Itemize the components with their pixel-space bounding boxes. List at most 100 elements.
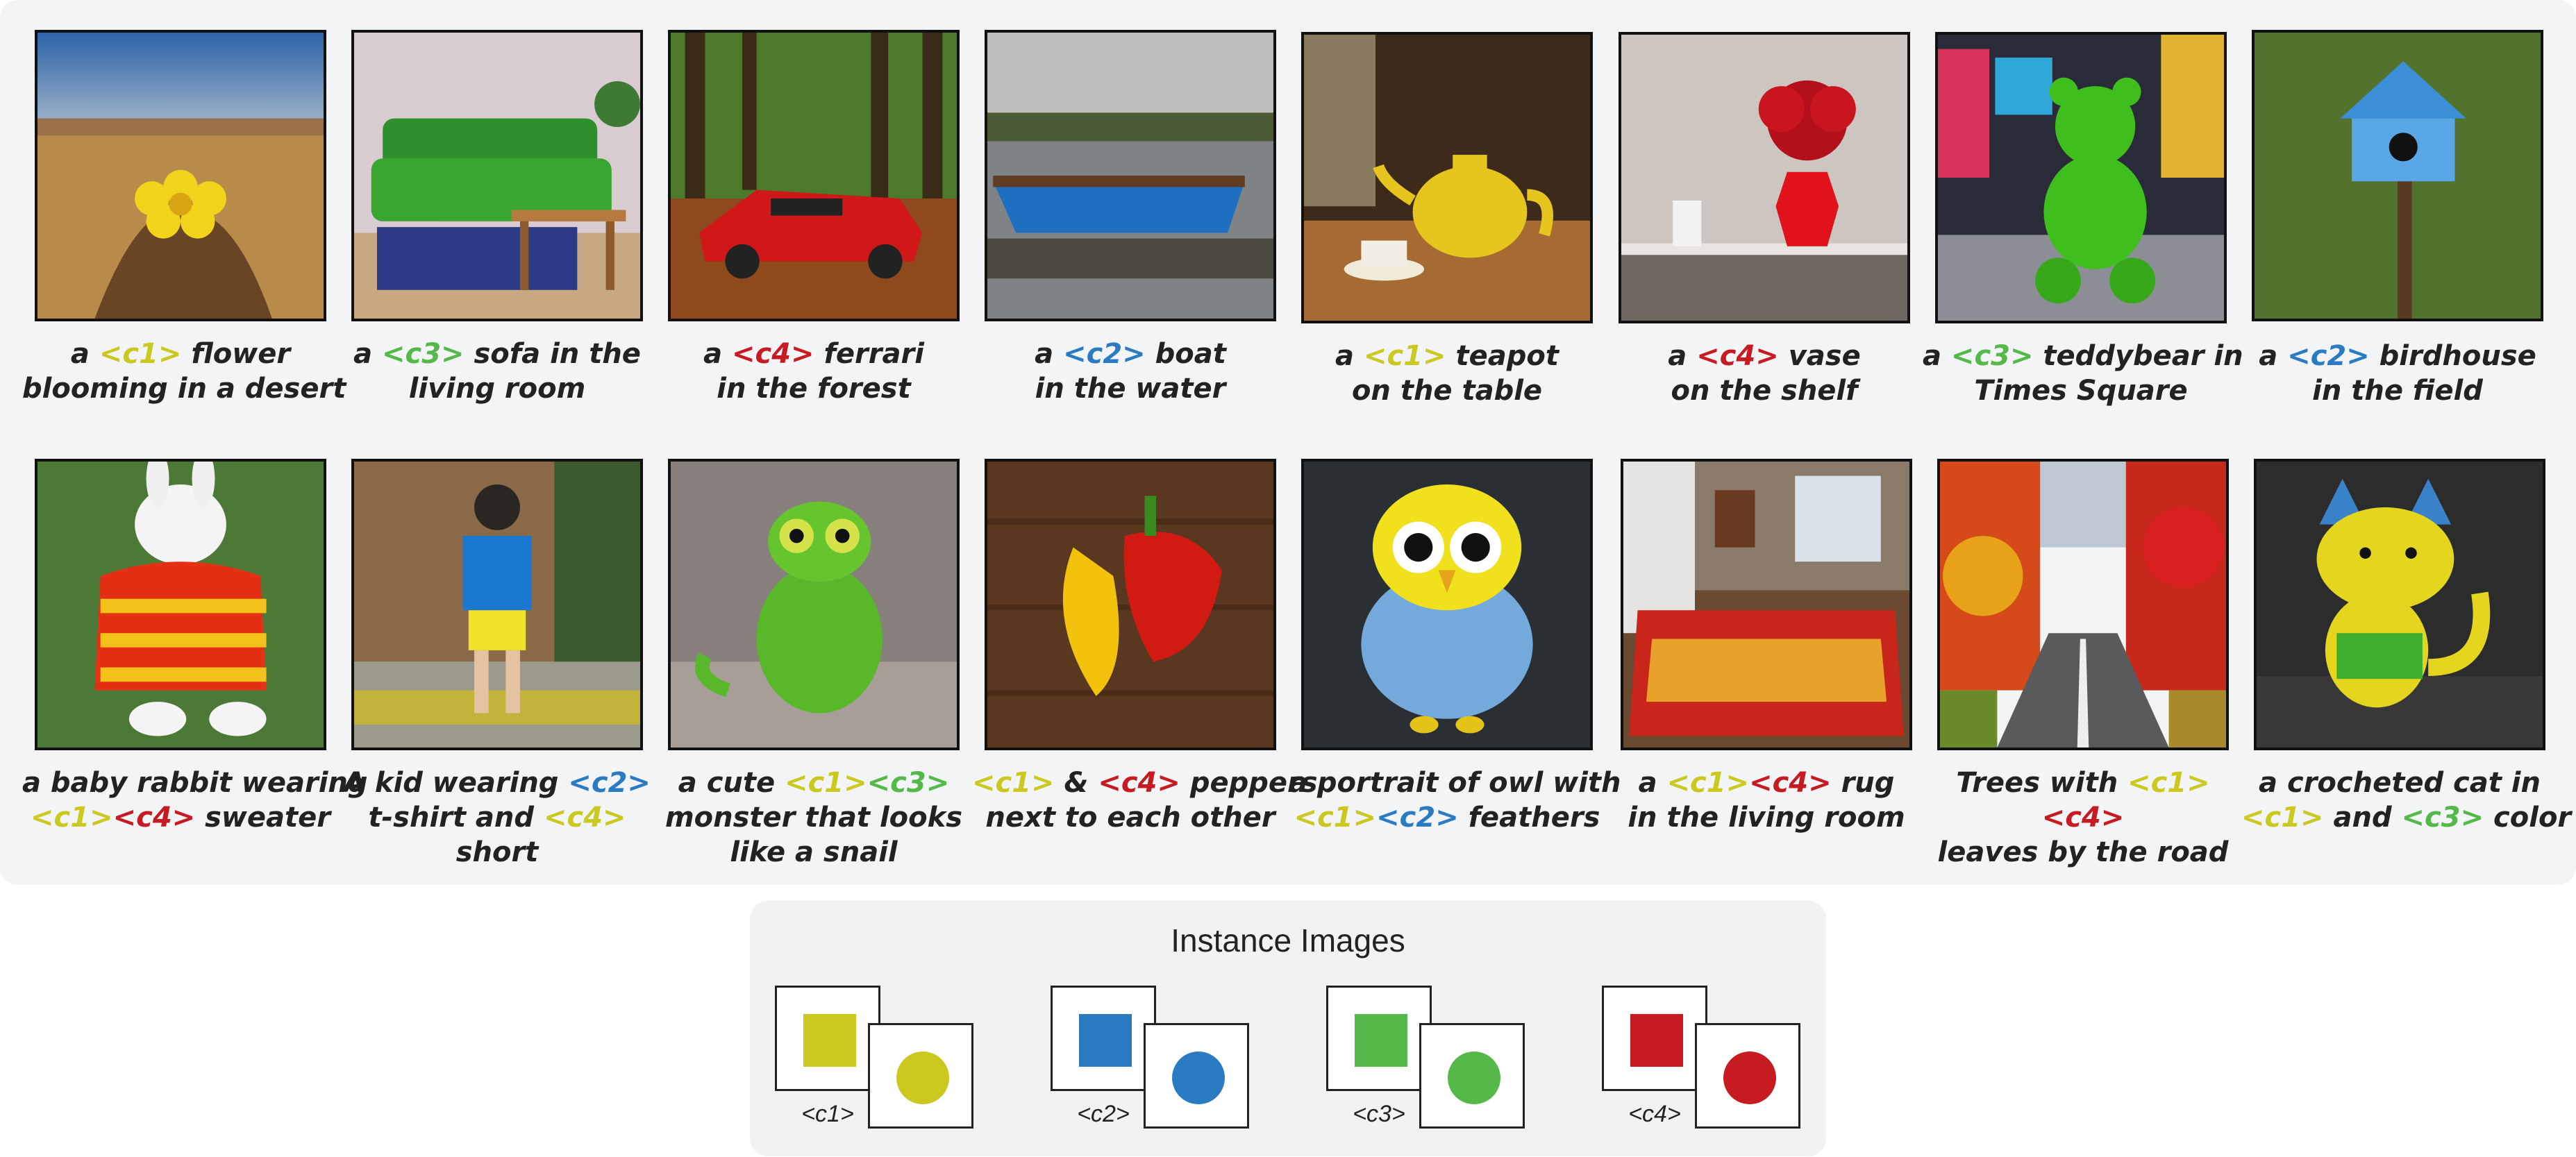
caption-text: a [1668, 340, 1697, 372]
caption-line: on the table [1289, 373, 1605, 408]
example-image-9 [35, 459, 326, 750]
example-image-8 [2252, 30, 2543, 321]
caption-text: a baby rabbit wearing [22, 767, 368, 799]
caption-text: a [2259, 340, 2288, 372]
caption-line: in the forest [655, 371, 972, 406]
caption-text: feathers [1458, 802, 1600, 834]
concept-token: <c2> [2287, 340, 2370, 372]
caption-text: birdhouse [2369, 340, 2536, 372]
caption-text: blooming in a desert [22, 373, 346, 405]
caption-line: <c1><c2> feathers [1289, 800, 1605, 835]
example-caption-13: a portrait of owl with <c1><c2> feathers [1289, 766, 1621, 835]
example-caption-4: a <c2> boat in the water [972, 337, 1289, 406]
example-caption-15: Trees with <c1><c4> leaves by the road [1925, 766, 2241, 870]
instance-card-c3-square [1326, 986, 1432, 1091]
example-caption-2: a <c3> sofa in the living room [339, 337, 655, 406]
caption-text: teapot [1446, 340, 1559, 372]
concept-token: <c4> [1749, 767, 1832, 799]
caption-text: on the table [1351, 375, 1543, 407]
caption-text: in the field [2312, 375, 2483, 407]
caption-line: living room [339, 371, 655, 406]
caption-line: a <c1> flower [22, 337, 339, 371]
caption-text: Times Square [1974, 375, 2188, 407]
concept-token: <c1> [1363, 340, 1446, 372]
caption-text: rug [1831, 767, 1895, 799]
c1-square [803, 1014, 856, 1067]
example-image-14 [1621, 459, 1912, 750]
c4-square [1630, 1014, 1683, 1067]
caption-text: on the shelf [1671, 375, 1858, 407]
example-image-5 [1301, 32, 1593, 323]
concept-token: <c2> [1376, 802, 1459, 834]
example-caption-16: a crocheted cat in <c1> and <c3> color [2241, 766, 2571, 835]
caption-line: Trees with <c1><c4> [1925, 766, 2241, 835]
example-image-13 [1301, 459, 1593, 750]
caption-text: teddybear in [2033, 340, 2243, 372]
example-image-2 [351, 30, 643, 321]
c4-circle [1723, 1052, 1776, 1104]
instance-card-c2-square [1051, 986, 1156, 1091]
example-caption-9: a baby rabbit wearing <c1><c4> sweater [22, 766, 368, 835]
caption-line: <c1> and <c3> color [2241, 800, 2571, 835]
concept-token: <c1> [1666, 767, 1750, 799]
caption-line: a <c3> sofa in the [339, 337, 655, 371]
example-caption-11: a cute <c1><c3> monster that looks like a … [655, 766, 972, 870]
concept-token: <c1> [1294, 802, 1377, 834]
caption-text: a [353, 338, 382, 370]
caption-text: monster that looks [664, 802, 963, 834]
caption-text: & [1054, 767, 1098, 799]
caption-text: a cute [678, 767, 785, 799]
concept-token: <c1> [2241, 802, 2324, 834]
concept-token: <c3> [381, 338, 465, 370]
caption-line: in the living room [1608, 800, 1925, 835]
caption-text: a [703, 338, 732, 370]
caption-line: in the field [2239, 373, 2556, 408]
caption-text: short [455, 836, 539, 868]
instance-token-c3: <c3> [1353, 1101, 1405, 1127]
example-caption-1: a <c1> flower blooming in a desert [22, 337, 346, 406]
caption-line: monster that looks [655, 800, 972, 835]
example-image-7 [1935, 32, 2227, 323]
caption-text: A kid wearing [344, 767, 569, 799]
caption-line: A kid wearing <c2> [339, 766, 655, 800]
caption-text: a [70, 338, 99, 370]
caption-text: next to each other [985, 802, 1276, 834]
concept-token: <c1> [31, 802, 113, 834]
concept-token: <c4> [543, 802, 626, 834]
caption-line: leaves by the road [1925, 835, 2241, 870]
caption-text: ferrari [814, 338, 924, 370]
caption-text: a [1035, 338, 1064, 370]
c2-square [1079, 1014, 1132, 1067]
caption-text: boat [1145, 338, 1226, 370]
caption-line: a <c4> vase [1606, 339, 1923, 373]
caption-text: in the forest [717, 373, 911, 405]
caption-text: sofa in the [464, 338, 641, 370]
caption-text: and [2323, 802, 2402, 834]
concept-token: <c2> [568, 767, 651, 799]
instance-token-c2: <c2> [1077, 1101, 1130, 1127]
concept-token: <c1> [972, 767, 1055, 799]
example-image-10 [351, 459, 643, 750]
c3-square [1355, 1014, 1407, 1067]
caption-line: a <c4> ferrari [655, 337, 972, 371]
caption-line: a <c1><c4> rug [1608, 766, 1925, 800]
caption-line: <c1><c4> sweater [22, 800, 339, 835]
example-caption-8: a <c2> birdhouse in the field [2239, 339, 2556, 408]
example-caption-12: <c1> & <c4> peppers next to each other [972, 766, 1318, 835]
caption-line: in the water [972, 371, 1289, 406]
caption-line: a <c1> teapot [1289, 339, 1605, 373]
caption-text: like a snail [730, 836, 898, 868]
concept-token: <c1> [2127, 767, 2210, 799]
c2-circle [1172, 1052, 1225, 1104]
caption-text: leaves by the road [1937, 836, 2229, 868]
caption-text: in the living room [1628, 802, 1905, 834]
c3-circle [1448, 1052, 1500, 1104]
concept-token: <c4> [1098, 767, 1180, 799]
caption-line: on the shelf [1606, 373, 1923, 408]
example-image-11 [668, 459, 960, 750]
caption-line: t-shirt and <c4> [339, 800, 655, 835]
caption-line: a <c3> teddybear in [1923, 339, 2243, 373]
concept-token: <c2> [1063, 338, 1146, 370]
example-caption-7: a <c3> teddybear in Times Square [1923, 339, 2243, 408]
instance-card-c3-circle [1419, 1023, 1525, 1129]
